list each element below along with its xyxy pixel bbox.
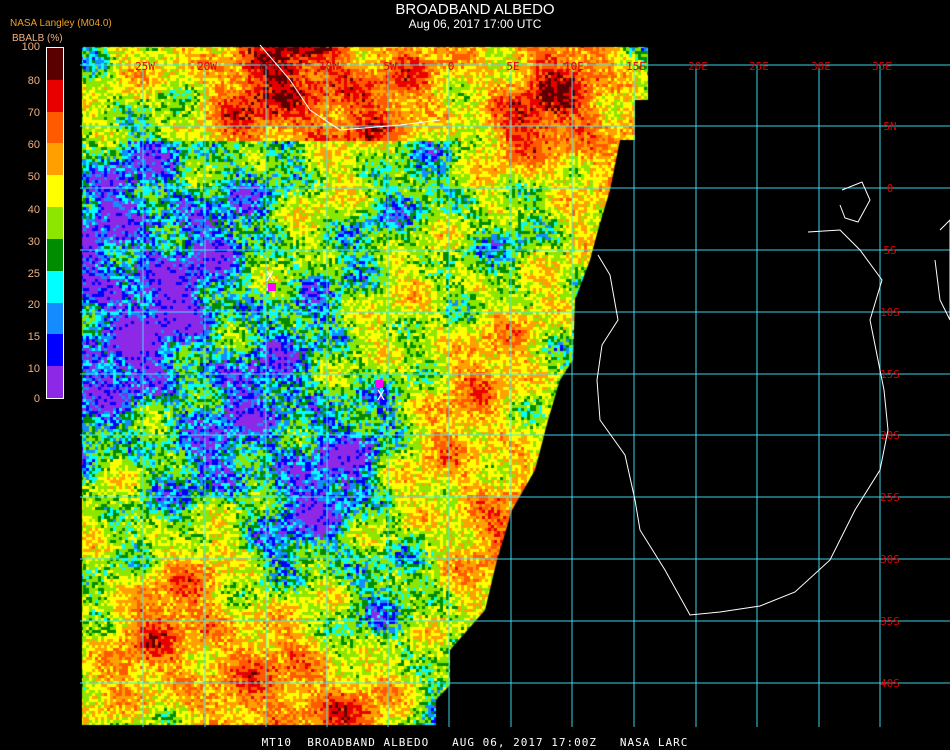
map-grid-overlay: 25W 20W 15W 10W 5W 0 5E 10E 15E 20E 25E 30E 35E 5N 0 5S… <box>80 44 950 727</box>
madagascar-coastline <box>934 219 950 321</box>
latitude-label: 0 <box>887 182 894 195</box>
legend-swatch <box>47 302 63 335</box>
longitude-label: 25E <box>749 60 769 73</box>
west-africa-coastline <box>259 44 441 131</box>
longitude-label: 20E <box>688 60 708 73</box>
longitude-label: 10E <box>564 60 584 73</box>
longitude-label: 0 <box>448 60 455 73</box>
chart-title: BROADBAND ALBEDO <box>395 1 555 18</box>
legend-tick-label: 15 <box>27 331 40 343</box>
legend-swatch <box>47 270 63 303</box>
latitude-label: 10S <box>880 306 900 319</box>
longitude-label: 5E <box>506 60 519 73</box>
latitude-label: 35S <box>880 615 900 628</box>
legend-tick-label: 50 <box>27 171 40 183</box>
longitude-label: 35E <box>872 60 892 73</box>
longitude-label: 10W <box>319 60 339 73</box>
latitude-label: 15S <box>880 368 900 381</box>
legend-tick-label: 25 <box>27 268 40 280</box>
legend-swatch <box>47 79 63 112</box>
legend-swatch <box>47 238 63 271</box>
legend-tick-label: 10 <box>27 363 40 375</box>
latitude-label: 40S <box>880 677 900 690</box>
longitude-label: 30E <box>811 60 831 73</box>
legend-tick-label: 0 <box>33 393 40 405</box>
longitude-label: 15E <box>626 60 646 73</box>
legend-tick-label: 80 <box>27 75 40 87</box>
legend-tick-label: 30 <box>27 236 40 248</box>
longitude-label: 25W <box>135 60 155 73</box>
longitude-label: 5W <box>383 60 397 73</box>
footer-caption: MT10 BROADBAND ALBEDO AUG 06, 2017 17:00… <box>261 736 689 749</box>
longitude-label: 15W <box>258 60 278 73</box>
latitude-label: 5S <box>883 244 896 257</box>
legend-swatch <box>47 143 63 176</box>
site-marker-label: X <box>377 389 385 404</box>
legend-tick-label: 60 <box>27 139 40 151</box>
color-legend-bar <box>46 47 64 399</box>
legend-tick-label: 100 <box>21 41 40 53</box>
legend-swatch <box>47 111 63 144</box>
latitude-label: 5N <box>883 120 896 133</box>
longitude-label: 20W <box>197 60 217 73</box>
legend-tick-label: 40 <box>27 204 40 216</box>
legend-swatch <box>47 207 63 239</box>
legend-swatch <box>47 334 63 367</box>
site-marker <box>375 380 383 388</box>
legend-swatch <box>47 48 63 80</box>
legend-tick-label: 20 <box>27 299 40 311</box>
coastline <box>596 229 889 616</box>
latitude-label: 30S <box>880 553 900 566</box>
legend-tick-label: 70 <box>27 107 40 119</box>
legend-swatch <box>47 175 63 208</box>
site-marker-label: X <box>266 270 274 285</box>
legend-swatch <box>47 366 63 398</box>
producer-label: NASA Langley (M04.0) <box>10 18 112 29</box>
latitude-label: 25S <box>880 491 900 504</box>
chart-subtitle: Aug 06, 2017 17:00 UTC <box>408 17 542 31</box>
latitude-label: 20S <box>880 429 900 442</box>
